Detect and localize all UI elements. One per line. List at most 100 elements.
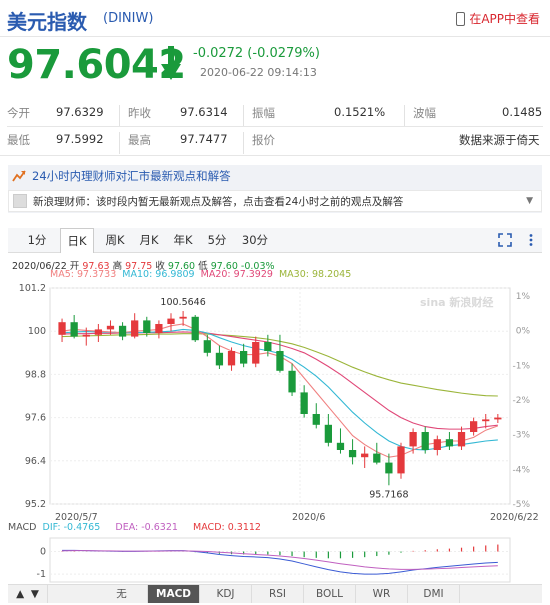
more-icon[interactable] xyxy=(524,233,538,247)
tab-30min[interactable]: 30分 xyxy=(238,228,272,252)
price-annotation: 100.5646 xyxy=(160,297,205,308)
pct-tick-label: -5% xyxy=(512,500,530,510)
divider xyxy=(404,105,405,127)
stat-value: 97.5992 xyxy=(56,132,104,146)
tab-rsi[interactable]: RSI xyxy=(252,585,304,603)
y-tick-label: 0 xyxy=(40,547,46,558)
candle-body xyxy=(433,439,441,450)
divider xyxy=(119,132,120,154)
stat-label: 波幅 xyxy=(413,106,436,120)
fullscreen-icon[interactable] xyxy=(498,233,512,247)
macd-info: MACD DIF: -0.4765 DEA: -0.6321 MACD: 0.3… xyxy=(8,522,261,533)
tab-monthly-k[interactable]: 月K xyxy=(132,228,166,252)
tab-yearly-k[interactable]: 年K xyxy=(166,228,200,252)
tab-none[interactable]: 无 xyxy=(96,585,148,603)
y-tick-label: 97.6 xyxy=(25,413,46,424)
candle-body xyxy=(385,462,393,474)
candle-body xyxy=(167,318,175,324)
candle-body xyxy=(215,352,224,366)
candle-body xyxy=(457,432,466,447)
candle-body xyxy=(70,322,78,337)
stat-label: 昨收 xyxy=(128,106,151,120)
dea-value: DEA: -0.6321 xyxy=(115,522,178,533)
tab-arrows[interactable]: ▲ ▼ xyxy=(8,585,48,603)
down-arrow-icon xyxy=(161,46,181,80)
kline-chart[interactable]: 101.2 100 98.8 97.6 96.4 95.2 1% 0% -1% -2% -3% -4%… xyxy=(0,280,550,512)
stat-value: 97.6314 xyxy=(180,105,228,119)
candle-body xyxy=(348,450,357,458)
pct-tick-label: 1% xyxy=(516,292,531,302)
tab-5min[interactable]: 5分 xyxy=(202,228,232,252)
macd-frame xyxy=(49,537,511,583)
candle-body xyxy=(94,329,102,335)
candle-body xyxy=(312,414,320,425)
phone-icon xyxy=(456,11,466,26)
dif-value: DIF: -0.4765 xyxy=(42,522,101,533)
ma30-value: MA30: 98.2045 xyxy=(278,269,352,280)
news-item-text: 新浪理财师：该时段内暂无最新观点及解答，点击查看24小时之前的观点及解答 xyxy=(33,195,404,208)
candle-body xyxy=(494,417,502,420)
open-in-app-label: 在APP中查看 xyxy=(469,12,540,26)
stats-divider xyxy=(7,126,543,127)
indicator-tabs: ▲ ▼ 无 MACD KDJ RSI BOLL WR DMI xyxy=(8,584,542,603)
tab-boll[interactable]: BOLL xyxy=(304,585,356,603)
chart-frame xyxy=(49,287,511,505)
stat-label: 最低 xyxy=(7,133,30,147)
tab-1min[interactable]: 1分 xyxy=(22,228,52,252)
divider xyxy=(119,105,120,127)
current-price: 97.6042 xyxy=(7,42,186,88)
open-in-app-link[interactable]: 在APP中查看 xyxy=(456,10,540,27)
stat-label: 最高 xyxy=(128,133,151,147)
news-header[interactable]: 24小时内理财师对汇市最新观点和解答 xyxy=(8,165,231,187)
ma-info: MA5: 97.3733 MA10: 96.9809 MA20: 97.3929… xyxy=(50,269,351,280)
stat-value: 0.1485 xyxy=(502,105,543,119)
candle-body xyxy=(252,342,260,364)
stat-value: 0.1521% xyxy=(334,105,386,119)
candle-body xyxy=(155,324,163,333)
candle-body xyxy=(409,432,417,447)
candle-body xyxy=(118,325,127,337)
tab-wr[interactable]: WR xyxy=(356,585,408,603)
stats-row: 今开 97.6329 昨收 97.6314 振幅 0.1521% 波幅 0.14… xyxy=(0,105,550,133)
trend-icon xyxy=(12,170,26,182)
candle-body xyxy=(482,419,490,422)
candle-body xyxy=(264,342,272,351)
section-divider xyxy=(0,155,550,156)
divider xyxy=(243,105,244,127)
candle-body xyxy=(470,421,478,432)
tab-kdj[interactable]: KDJ xyxy=(200,585,252,603)
candle-body xyxy=(336,442,345,450)
candle-body xyxy=(143,320,151,333)
candle-body xyxy=(276,351,284,371)
y-tick-label: 95.2 xyxy=(25,499,46,510)
stat-value: 97.6329 xyxy=(56,105,104,119)
chevron-down-icon[interactable]: ▼ xyxy=(526,196,533,206)
y-tick-label: 96.4 xyxy=(25,456,46,467)
tab-weekly-k[interactable]: 周K xyxy=(98,228,132,252)
candle-body xyxy=(373,453,381,463)
price-change: -0.0272 (-0.0279%) xyxy=(193,46,320,61)
header-divider xyxy=(0,36,550,37)
candle-body xyxy=(300,392,308,414)
divider xyxy=(243,132,244,154)
candle-body xyxy=(397,446,405,474)
candle-body xyxy=(179,316,187,319)
news-item[interactable]: 新浪理财师：该时段内暂无最新观点及解答，点击查看24小时之前的观点及解答 ▼ xyxy=(8,190,542,212)
avatar xyxy=(13,194,27,208)
macd-chart[interactable]: 0 -1 xyxy=(0,534,550,584)
stat-label: 报价 xyxy=(252,133,275,147)
pct-tick-label: 0% xyxy=(516,327,531,337)
candle-body xyxy=(203,340,211,353)
pct-tick-label: -1% xyxy=(512,361,530,371)
candle-body xyxy=(82,334,90,337)
candle-body xyxy=(421,432,429,450)
stat-label: 振幅 xyxy=(252,106,275,120)
tab-daily-k[interactable]: 日K xyxy=(60,228,94,253)
candle-body xyxy=(131,320,139,337)
ma10-value: MA10: 96.9809 xyxy=(122,269,195,280)
tab-macd[interactable]: MACD xyxy=(148,585,200,603)
candle-body xyxy=(191,316,199,341)
candle-body xyxy=(324,424,332,443)
pct-tick-label: -4% xyxy=(512,465,530,475)
tab-dmi[interactable]: DMI xyxy=(408,585,460,603)
